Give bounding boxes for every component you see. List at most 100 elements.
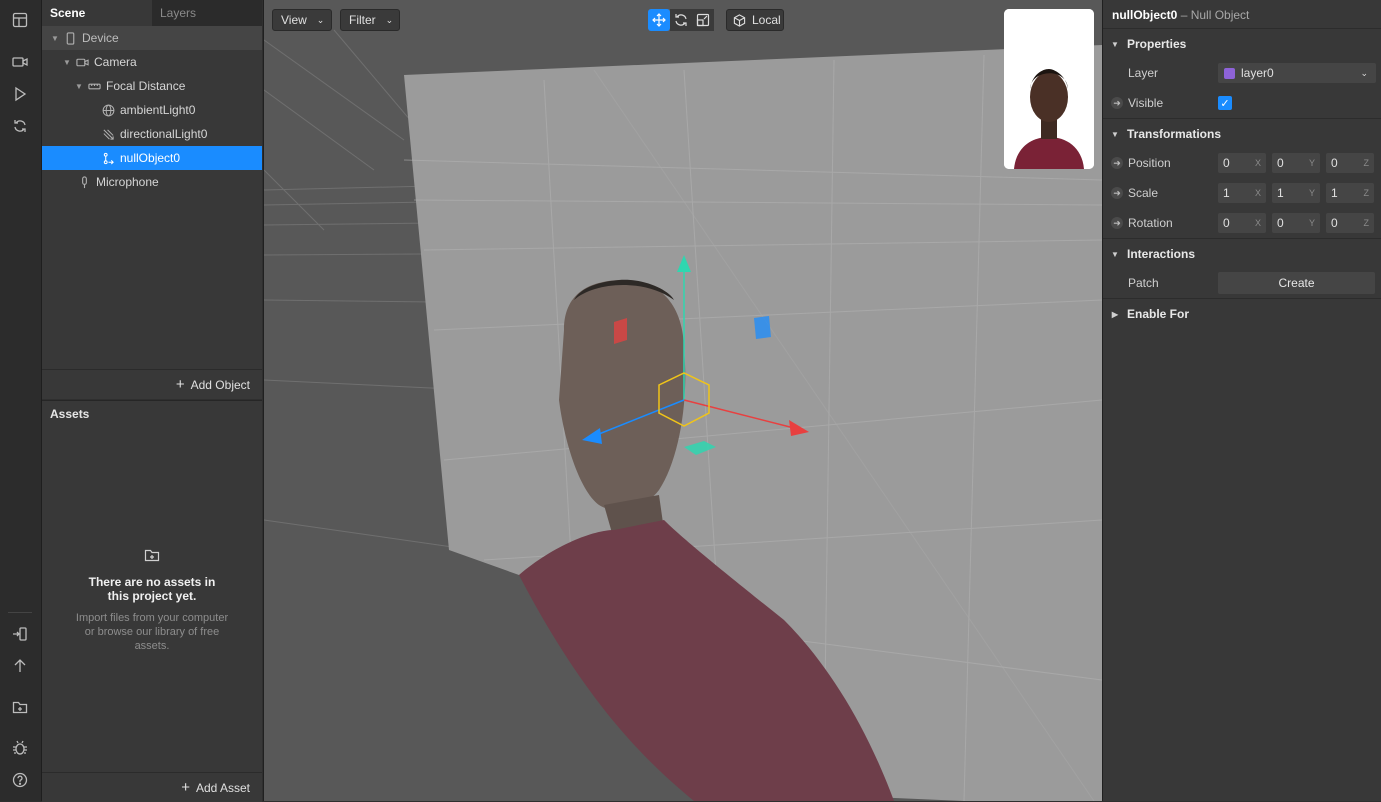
move-tool-icon[interactable]	[648, 9, 670, 31]
empty-assets-title: There are no assets in this project yet.	[88, 575, 216, 603]
scene-tabs: Scene Layers	[42, 0, 262, 26]
tree-item-directionallight0[interactable]: directionalLight0	[42, 122, 262, 146]
plus-icon: +	[175, 376, 185, 393]
position-x-input[interactable]: 0X	[1218, 153, 1266, 173]
filter-dropdown[interactable]: Filter ⌄	[340, 9, 400, 31]
microphone-icon	[77, 175, 91, 189]
section-label: Interactions	[1127, 247, 1196, 261]
add-asset-button[interactable]: + Add Asset	[42, 772, 262, 802]
chevron-down-icon: ⌄	[316, 14, 325, 25]
local-label: Local	[752, 13, 781, 27]
directional-light-icon	[101, 127, 115, 141]
layer-value: layer0	[1241, 66, 1274, 80]
inspector-panel: nullObject0 – Null Object ▼ Properties L…	[1102, 0, 1381, 801]
view-label: View	[281, 13, 307, 27]
add-object-button[interactable]: + Add Object	[42, 369, 262, 399]
layer-color-swatch	[1224, 67, 1235, 79]
tree-item-focal-distance[interactable]: ▼ Focal Distance	[42, 74, 262, 98]
view-dropdown[interactable]: View ⌄	[272, 9, 332, 31]
visible-checkbox[interactable]: ✓	[1218, 96, 1232, 110]
tab-scene[interactable]: Scene	[42, 0, 152, 26]
cube-icon	[733, 13, 746, 27]
rotation-x-input[interactable]: 0X	[1218, 213, 1266, 233]
scale-tool-icon[interactable]	[692, 9, 714, 31]
assets-panel: Assets There are no assets in this proje…	[42, 400, 262, 802]
section-label: Transformations	[1127, 127, 1222, 141]
video-icon[interactable]	[8, 50, 32, 74]
position-row: ➜ Position 0X 0Y 0Z	[1103, 148, 1381, 178]
rotation-z-input[interactable]: 0Z	[1326, 213, 1374, 233]
section-label: Enable For	[1127, 307, 1190, 321]
transform-mode-group	[648, 9, 714, 31]
object-type: – Null Object	[1180, 8, 1250, 22]
add-asset-label: Add Asset	[195, 780, 250, 795]
globe-icon	[101, 103, 115, 117]
inspector-title: nullObject0 – Null Object	[1112, 8, 1249, 22]
filter-label: Filter	[349, 13, 376, 27]
phone-icon	[63, 31, 77, 45]
tree-item-label: Device	[82, 31, 119, 45]
caret-down-icon: ▼	[1111, 39, 1119, 49]
patch-label: Patch	[1128, 276, 1159, 290]
scale-x-input[interactable]: 1X	[1218, 183, 1266, 203]
position-z-input[interactable]: 0Z	[1326, 153, 1374, 173]
section-enable-for[interactable]: ▶ Enable For	[1103, 298, 1381, 329]
local-space-button[interactable]: Local	[726, 9, 784, 31]
help-icon[interactable]	[8, 768, 32, 792]
refresh-icon[interactable]	[8, 114, 32, 138]
visible-label: Visible	[1128, 96, 1164, 110]
tree-item-microphone[interactable]: Microphone	[42, 170, 262, 194]
rotation-y-input[interactable]: 0Y	[1272, 213, 1320, 233]
caret-down-icon: ▼	[1111, 249, 1119, 259]
assets-title: Assets	[50, 407, 90, 421]
tree-item-label: Focal Distance	[106, 79, 186, 93]
section-interactions[interactable]: ▼ Interactions	[1103, 238, 1381, 269]
patch-arrow-icon[interactable]: ➜	[1111, 157, 1123, 169]
null-object-icon	[101, 151, 115, 165]
scene-panel: Scene Layers ▼ Device ▼ Camera ▼ Focal D…	[42, 0, 262, 399]
position-y-input[interactable]: 0Y	[1272, 153, 1320, 173]
tree-item-label: directionalLight0	[120, 127, 208, 141]
caret-down-icon[interactable]: ▼	[62, 58, 72, 67]
bug-icon[interactable]	[8, 736, 32, 760]
patch-arrow-icon[interactable]: ➜	[1111, 97, 1123, 109]
tree-item-label: Microphone	[96, 175, 159, 189]
object-name: nullObject0	[1112, 8, 1178, 22]
play-icon[interactable]	[8, 82, 32, 106]
caret-down-icon[interactable]: ▼	[74, 82, 84, 91]
patch-arrow-icon[interactable]: ➜	[1111, 187, 1123, 199]
scale-label: Scale	[1128, 186, 1159, 200]
chevron-down-icon: ⌄	[1360, 67, 1368, 78]
layout-icon[interactable]	[8, 8, 32, 32]
layer-label: Layer	[1128, 66, 1159, 80]
patch-row: Patch Create	[1103, 268, 1381, 298]
tree-item-ambientlight0[interactable]: ambientLight0	[42, 98, 262, 122]
layer-dropdown[interactable]: layer0 ⌄	[1218, 63, 1376, 83]
tab-layers[interactable]: Layers	[152, 0, 262, 26]
scale-row: ➜ Scale 1X 1Y 1Z	[1103, 178, 1381, 208]
tree-item-label: nullObject0	[120, 151, 181, 165]
upload-icon[interactable]	[8, 654, 32, 678]
tree-item-device[interactable]: ▼ Device	[42, 26, 262, 50]
section-properties[interactable]: ▼ Properties	[1103, 28, 1381, 59]
scale-z-input[interactable]: 1Z	[1326, 183, 1374, 203]
send-to-device-icon[interactable]	[8, 622, 32, 646]
create-patch-button[interactable]: Create	[1218, 272, 1375, 294]
rotate-tool-icon[interactable]	[670, 9, 692, 31]
camera-icon	[75, 55, 89, 69]
tree-item-label: Camera	[94, 55, 137, 69]
tree-item-nullobject0[interactable]: nullObject0	[42, 146, 262, 170]
folder-add-icon	[42, 547, 262, 566]
rotation-row: ➜ Rotation 0X 0Y 0Z	[1103, 208, 1381, 238]
tree-item-camera[interactable]: ▼ Camera	[42, 50, 262, 74]
caret-right-icon: ▶	[1111, 309, 1119, 319]
section-transformations[interactable]: ▼ Transformations	[1103, 118, 1381, 149]
3d-viewport[interactable]: View ⌄ Filter ⌄ Local	[263, 0, 1102, 801]
add-folder-icon[interactable]	[8, 695, 32, 719]
tree-item-label: ambientLight0	[120, 103, 196, 117]
ruler-icon	[87, 79, 101, 93]
caret-down-icon[interactable]: ▼	[50, 34, 60, 43]
add-object-label: Add Object	[190, 377, 250, 392]
patch-arrow-icon[interactable]: ➜	[1111, 217, 1123, 229]
scale-y-input[interactable]: 1Y	[1272, 183, 1320, 203]
